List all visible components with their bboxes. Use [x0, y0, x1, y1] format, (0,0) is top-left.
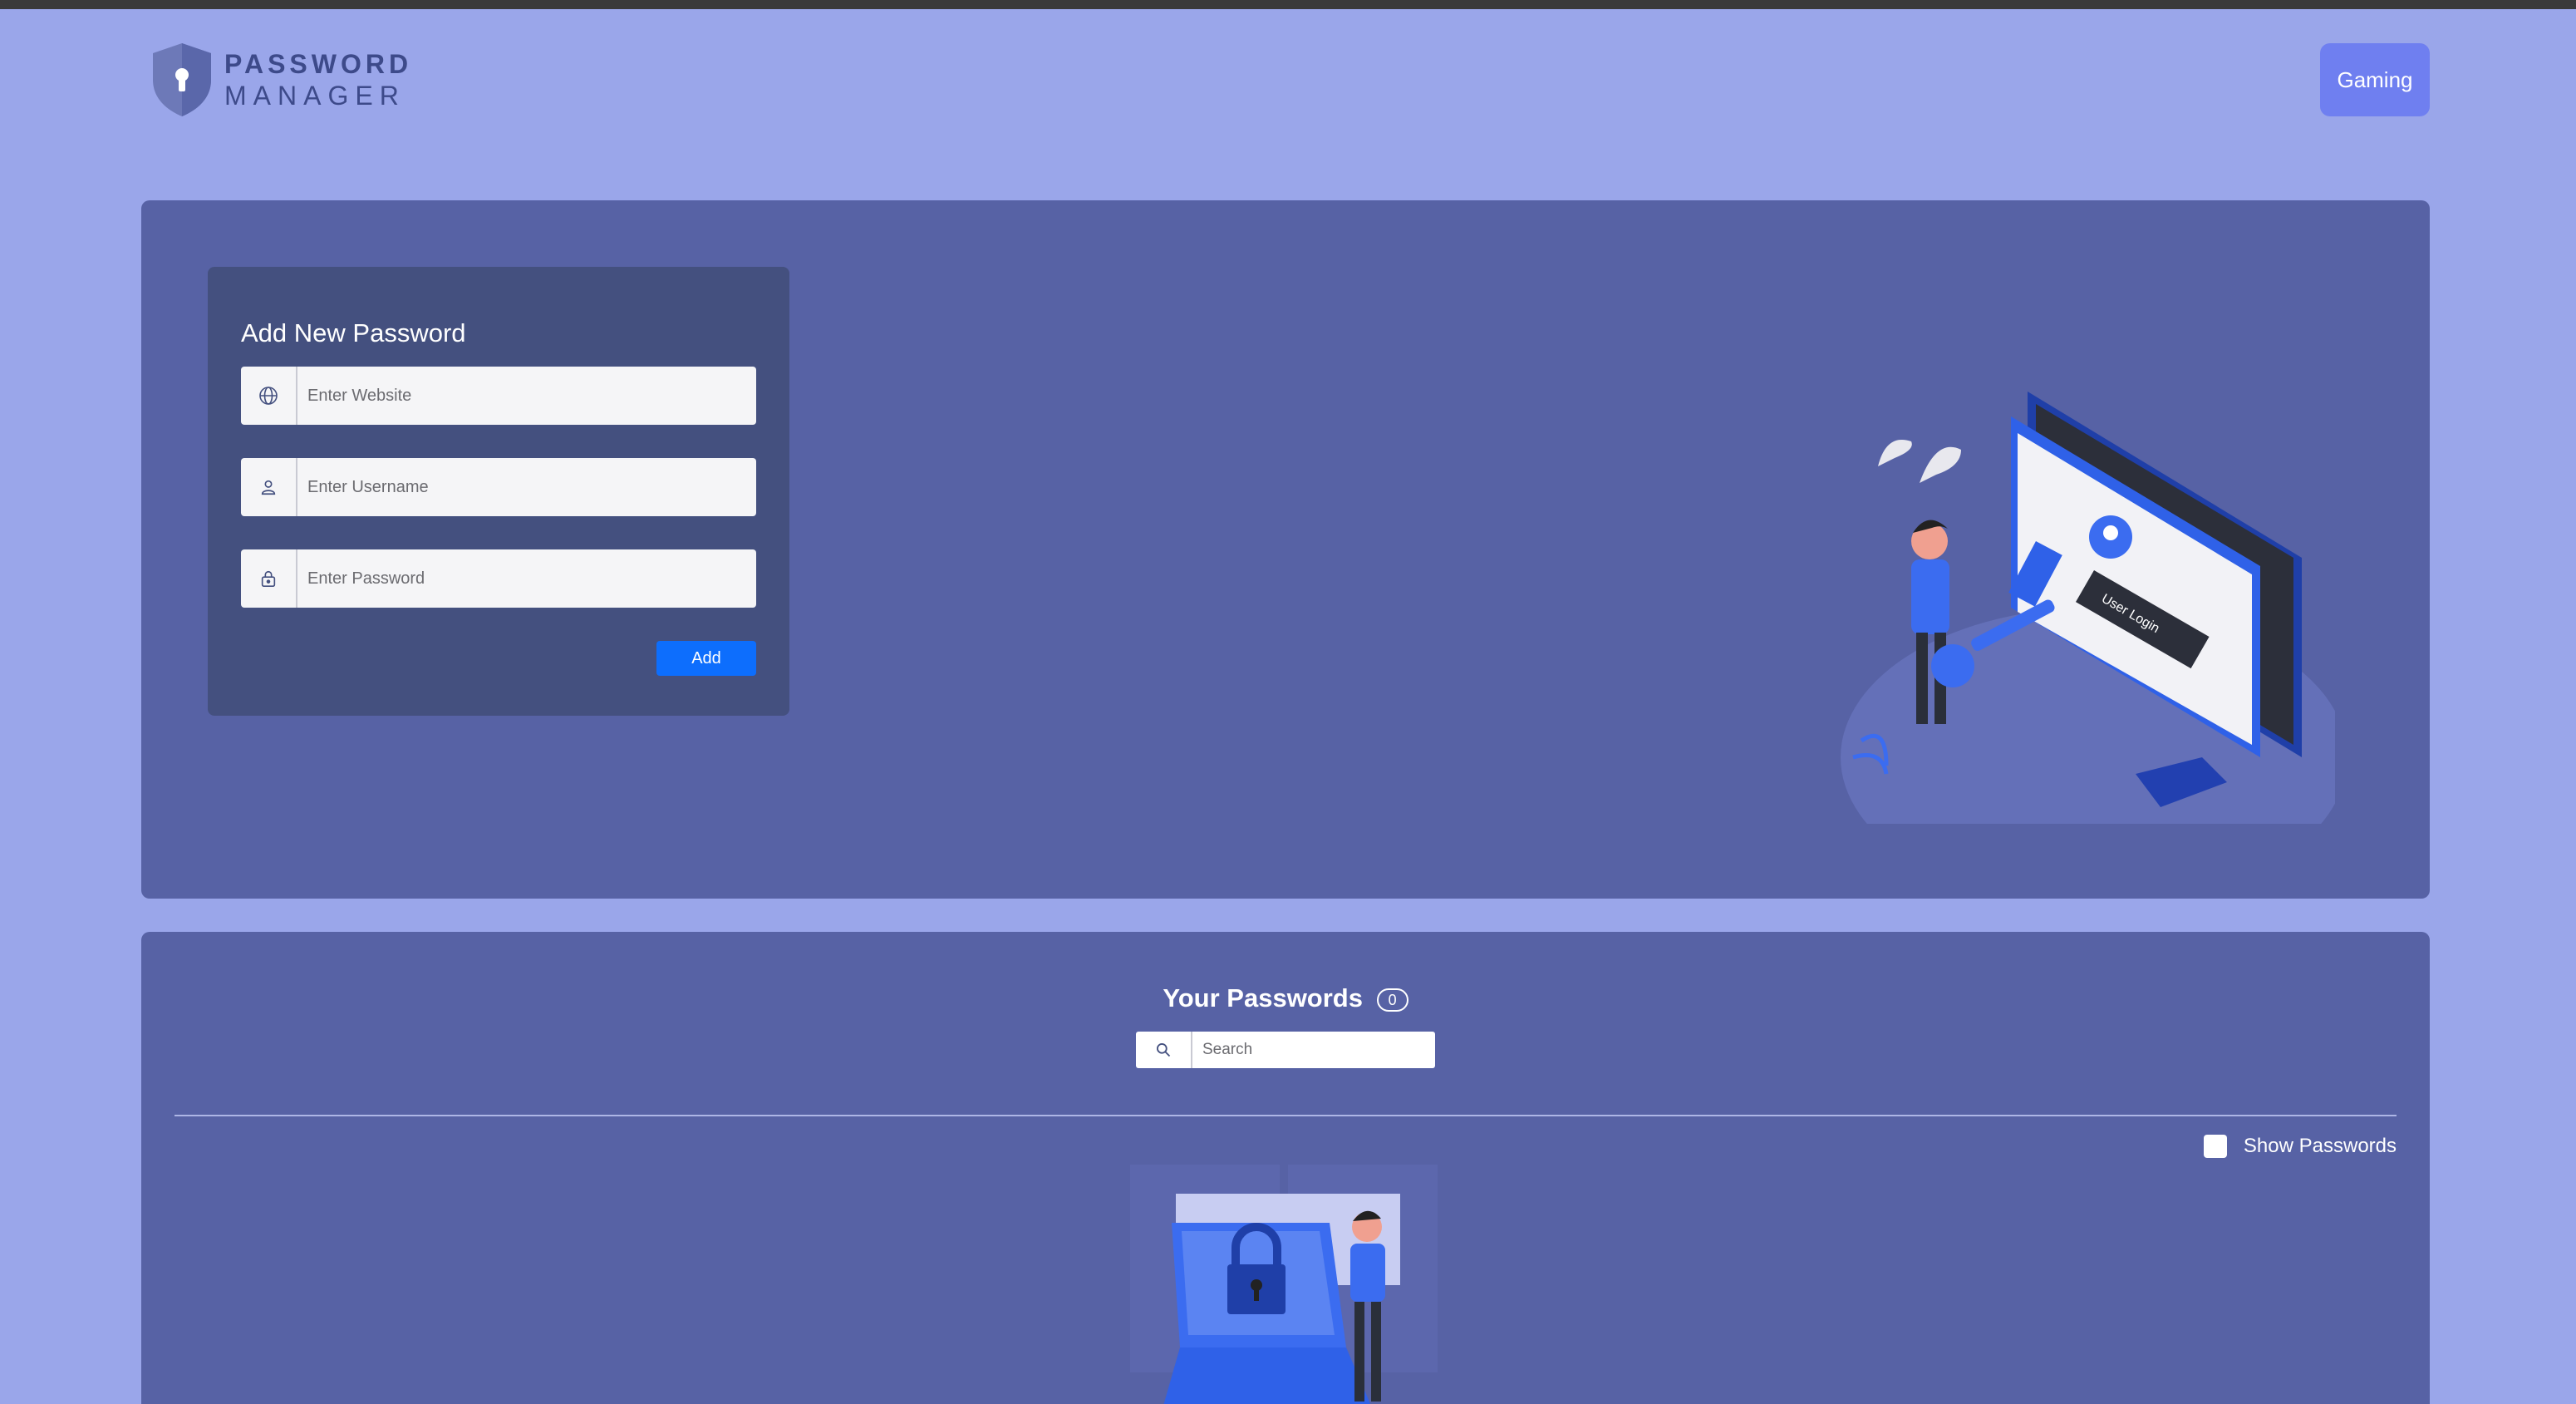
- globe-icon: [241, 367, 297, 425]
- website-input[interactable]: [297, 367, 756, 425]
- passwords-title: Your Passwords: [1163, 983, 1363, 1012]
- shield-keyhole-icon: [153, 43, 211, 116]
- show-passwords-label: Show Passwords: [2243, 1135, 2397, 1157]
- gaming-button[interactable]: Gaming: [2320, 43, 2430, 116]
- add-password-panel: Add New Password Enter Website Enter Use…: [141, 200, 2430, 899]
- password-input[interactable]: [297, 549, 756, 608]
- your-passwords-panel: Your Passwords 0 Show Passwords: [141, 932, 2430, 1404]
- search-icon: [1136, 1032, 1192, 1068]
- password-field: [241, 549, 756, 608]
- no-passwords-illustration: [1130, 1165, 1438, 1404]
- password-count-badge: 0: [1376, 988, 1408, 1012]
- show-passwords-toggle[interactable]: Show Passwords: [2203, 1135, 2397, 1158]
- username-field: [241, 458, 756, 516]
- search-input[interactable]: [1192, 1041, 1435, 1059]
- lock-icon: [241, 549, 297, 608]
- logo-subtitle: MANAGER: [224, 81, 406, 111]
- user-login-illustration: User Login: [1841, 392, 2335, 824]
- add-button[interactable]: Add: [656, 641, 756, 676]
- passwords-heading: Your Passwords 0: [141, 983, 2430, 1013]
- card-title: Add New Password: [241, 318, 466, 347]
- top-bar: [0, 0, 2576, 9]
- logo-title: PASSWORD: [224, 49, 413, 79]
- search-field: [1136, 1032, 1435, 1068]
- username-input[interactable]: [297, 458, 756, 516]
- website-field: [241, 367, 756, 425]
- show-passwords-checkbox[interactable]: [2203, 1135, 2227, 1158]
- user-icon: [241, 458, 297, 516]
- section-divider: [175, 1115, 2397, 1116]
- app-logo[interactable]: PASSWORD MANAGER: [150, 42, 412, 118]
- add-password-card: Add New Password Enter Website Enter Use…: [208, 267, 789, 716]
